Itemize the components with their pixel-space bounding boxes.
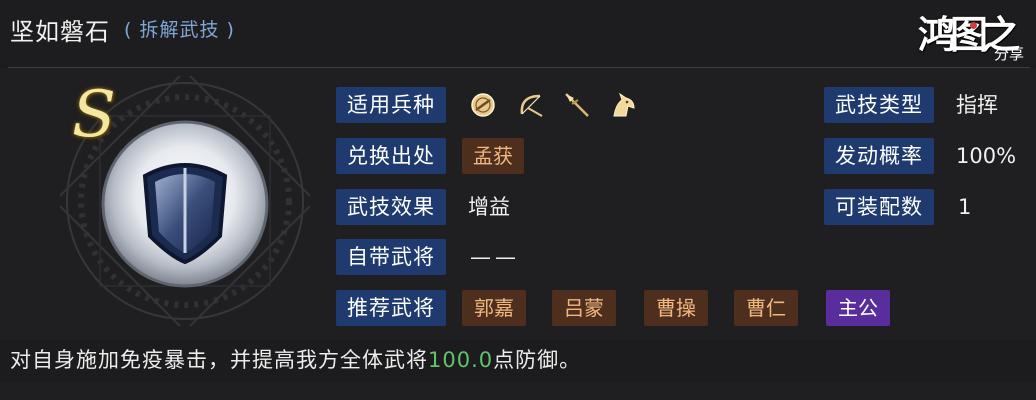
effect-label: 武技效果 <box>336 189 446 225</box>
recommend-label: 推荐武将 <box>336 290 446 326</box>
game-logo: 鸿图之下 分享 <box>918 4 1030 112</box>
recommend-general-tag[interactable]: 吕蒙 <box>552 290 616 326</box>
cavalry-troop-icon <box>613 92 635 117</box>
type-label: 武技类型 <box>824 87 934 123</box>
skill-subtitle: ( 拆解武技 ) <box>124 19 235 41</box>
source-general-tag[interactable]: 孟获 <box>462 138 524 174</box>
logo-share-text: 分享 <box>993 45 1024 63</box>
recommend-general-tag[interactable]: 曹仁 <box>734 290 798 326</box>
own-general-value: —— <box>470 245 520 269</box>
skill-grade: S <box>72 78 116 152</box>
description-suffix: 点防御。 <box>493 348 582 372</box>
recommend-general-tag[interactable]: 曹操 <box>644 290 708 326</box>
logo-seal-dot <box>970 22 977 29</box>
own-general-label: 自带武将 <box>336 239 446 275</box>
description-prefix: 对自身施加免疫暴击，并提高我方全体武将 <box>10 348 428 372</box>
troop-label: 适用兵种 <box>336 87 446 123</box>
header: 坚如磐石 ( 拆解武技 ) 鸿图之下 分享 <box>0 0 1036 112</box>
bow-troop-icon <box>520 94 543 117</box>
description-number: 100.0 <box>428 348 494 372</box>
spear-troop-icon <box>565 93 589 117</box>
skill-title: 坚如磐石 <box>10 18 110 46</box>
slots-value: 1 <box>958 195 972 219</box>
effect-value: 增益 <box>468 195 510 219</box>
rate-label: 发动概率 <box>824 138 934 174</box>
recommend-lord-tag[interactable]: 主公 <box>826 290 890 326</box>
slots-label: 可装配数 <box>824 189 934 225</box>
shield-troop-icon <box>471 93 495 117</box>
recommend-general-tag[interactable]: 郭嘉 <box>462 290 526 326</box>
skill-description: 对自身施加免疫暴击，并提高我方全体武将100.0点防御。 <box>10 344 581 374</box>
footer-bar <box>0 382 1036 400</box>
rate-value: 100% <box>956 144 1017 168</box>
source-label: 兑换出处 <box>336 138 446 174</box>
type-value: 指挥 <box>956 93 998 117</box>
